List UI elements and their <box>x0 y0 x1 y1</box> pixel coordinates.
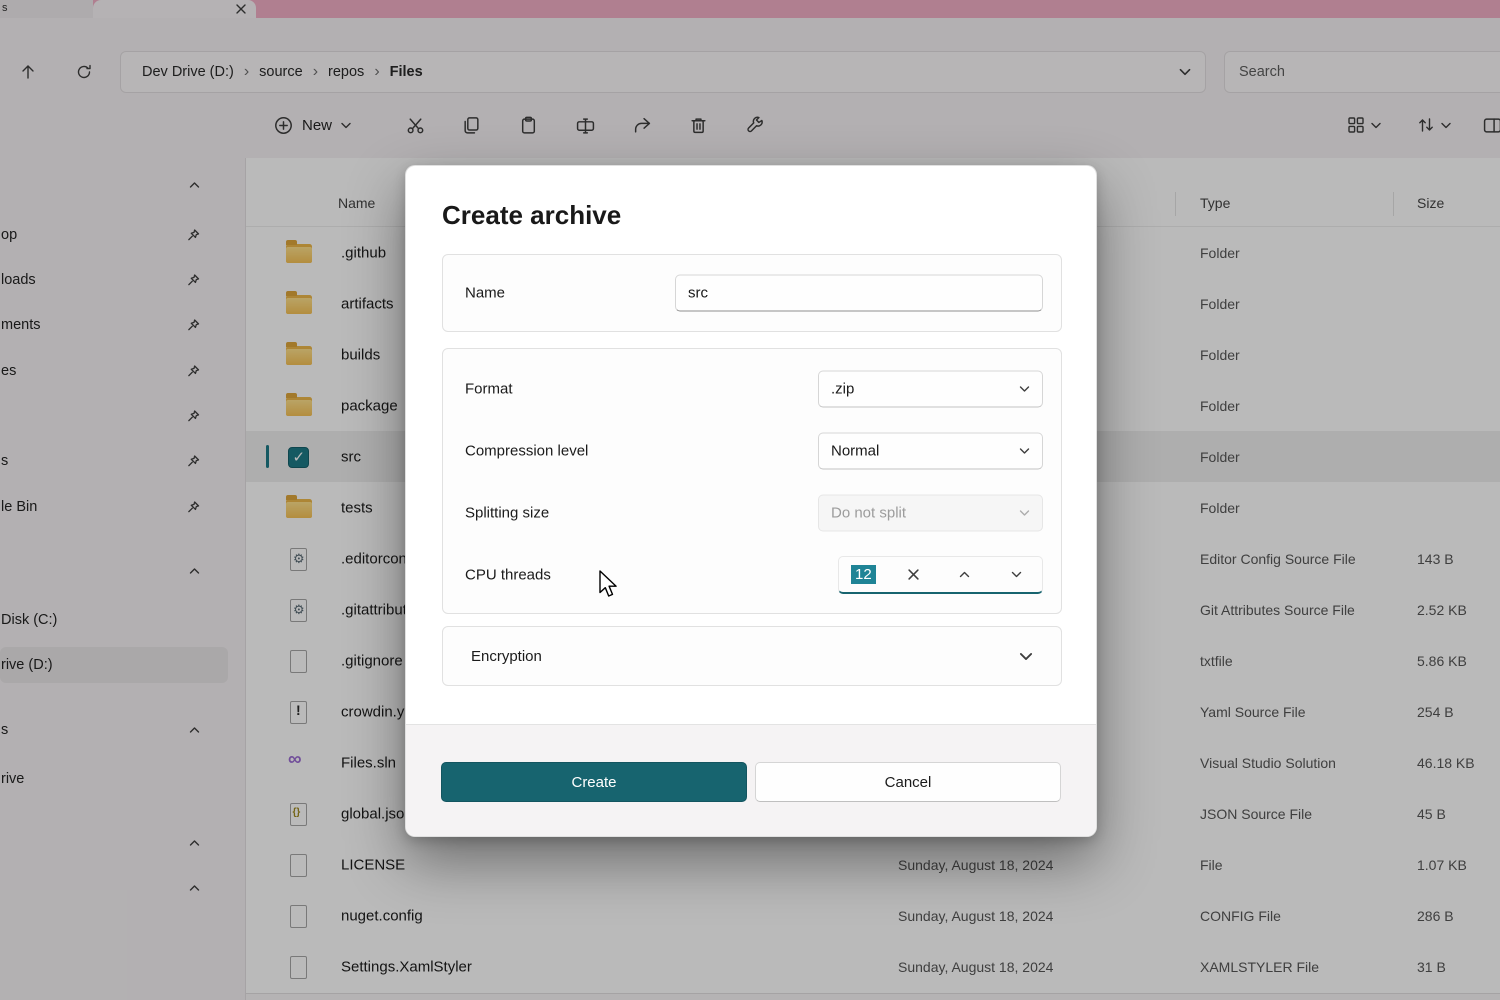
cancel-button[interactable]: Cancel <box>755 762 1061 802</box>
dialog-footer: Create Cancel <box>406 724 1096 836</box>
splitting-size-dropdown: Do not split <box>818 495 1043 532</box>
close-icon <box>908 569 919 580</box>
create-archive-dialog: Create archive Name Format .zip Compress… <box>405 165 1097 837</box>
cpu-threads-value: 12 <box>851 565 876 584</box>
format-value: .zip <box>831 381 854 398</box>
compression-value: Normal <box>831 443 879 460</box>
chevron-down-icon <box>1019 510 1030 517</box>
archive-options-card: Format .zip Compression level Normal Spl… <box>442 348 1062 614</box>
encryption-expander[interactable]: Encryption <box>442 626 1062 686</box>
compression-label: Compression level <box>465 443 588 460</box>
splitting-value: Do not split <box>831 505 906 522</box>
clear-value-button[interactable] <box>899 562 927 588</box>
chevron-down-icon <box>1019 448 1030 455</box>
compression-level-dropdown[interactable]: Normal <box>818 433 1043 470</box>
compression-row: Compression level Normal <box>443 420 1061 482</box>
chevron-down-icon <box>1011 571 1022 578</box>
dialog-title: Create archive <box>442 200 621 231</box>
chevron-down-icon <box>1019 652 1033 661</box>
chevron-down-icon <box>1019 386 1030 393</box>
cpu-threads-numberbox[interactable]: 12 <box>838 556 1043 594</box>
encryption-label: Encryption <box>471 648 542 665</box>
decrement-button[interactable] <box>1002 562 1030 588</box>
archive-name-row: Name <box>442 254 1062 332</box>
name-label: Name <box>465 285 505 302</box>
chevron-up-icon <box>959 571 970 578</box>
screen: s Dev Drive (D:) › source › repos › File… <box>0 0 1500 1000</box>
cpu-threads-label: CPU threads <box>465 567 551 584</box>
create-button[interactable]: Create <box>441 762 747 802</box>
format-row: Format .zip <box>443 358 1061 420</box>
mouse-cursor <box>598 570 620 600</box>
increment-button[interactable] <box>951 562 979 588</box>
format-dropdown[interactable]: .zip <box>818 371 1043 408</box>
cpu-threads-row: CPU threads 12 <box>443 544 1061 606</box>
format-label: Format <box>465 381 513 398</box>
archive-name-input[interactable] <box>675 275 1043 312</box>
splitting-label: Splitting size <box>465 505 549 522</box>
splitting-row: Splitting size Do not split <box>443 482 1061 544</box>
